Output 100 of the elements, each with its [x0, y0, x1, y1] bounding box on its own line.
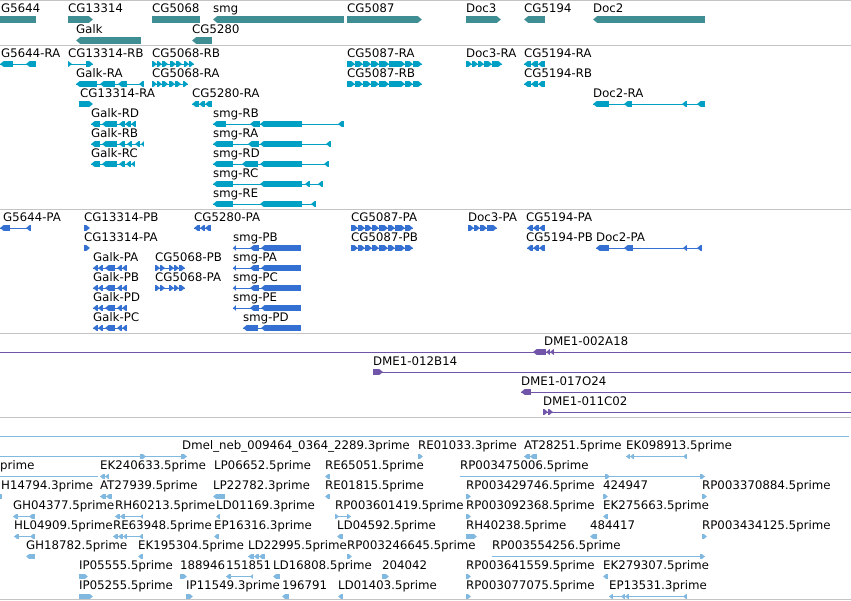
gene-label: Doc3: [466, 1, 496, 15]
transcript-label: CG5194-RB: [524, 66, 592, 80]
transcript-label: CG13314-RB: [68, 46, 144, 60]
protein-label: CG5068-PA: [155, 270, 222, 284]
transcript-label: Galk-RC: [91, 146, 138, 160]
transcript-label: Galk-RD: [91, 106, 140, 120]
protein-label: CG5087-PA: [351, 210, 418, 224]
est-label: RH60213.5prime: [115, 498, 216, 512]
est-label: RP003475006.5prime: [460, 458, 588, 472]
transcript-label: Galk-RB: [91, 126, 138, 140]
protein-label: Galk-PB: [93, 270, 139, 284]
protein-label: CG13314-PA: [84, 230, 158, 244]
est-label: Dmel_neb_009464_0364_2289.3prime: [182, 438, 410, 452]
gene-label: CG13314: [68, 1, 123, 15]
est-label: EK195304.5prime: [138, 538, 244, 552]
clone-label: DME1-011C02: [543, 394, 628, 408]
est-label: 204042: [382, 558, 428, 572]
est-label: AT27939.5prime: [100, 478, 198, 492]
protein-label: Doc3-PA: [468, 210, 517, 224]
est-label: H14794.3prime: [1, 478, 94, 492]
clone-label: DME1-012B14: [373, 354, 458, 368]
est-label: LD04592.5prime: [337, 518, 436, 532]
est-label: HL04909.5prime: [14, 518, 113, 532]
est-label: 188946: [180, 558, 226, 572]
protein-label: smg-PA: [233, 250, 277, 264]
clone-label: DME1-002A18: [544, 334, 628, 348]
protein-label: Galk-PD: [93, 290, 140, 304]
protein-label: CG5194-PA: [526, 210, 592, 224]
est-label: RP003370884.5prime: [702, 478, 830, 492]
est-label: LD16808.5prime: [273, 558, 372, 572]
transcript-label: smg-RC: [213, 166, 258, 180]
protein-label: CG5194-PB: [526, 230, 593, 244]
est-label: 484417: [590, 518, 636, 532]
protein-label: smg-PC: [233, 270, 278, 284]
transcript-label: CG5068-RB: [152, 46, 220, 60]
est-label: LD01169.3prime: [216, 498, 315, 512]
est-label: 196791: [282, 578, 328, 592]
est-label: RE63948.5prime: [113, 518, 212, 532]
est-label: RE01033.3prime: [418, 438, 517, 452]
est-label: RP003092368.5prime: [466, 498, 594, 512]
est-label: LP22782.3prime: [213, 478, 310, 492]
est-label: RE01815.5prime: [325, 478, 424, 492]
est-label: EP13531.3prime: [609, 578, 707, 592]
est-label: IP05555.5prime: [79, 558, 173, 572]
protein-label: smg-PD: [243, 310, 289, 324]
transcript-label: CG5194-RA: [524, 46, 592, 60]
gene-label: Doc2: [593, 1, 624, 15]
est-label: LD22995.5prime: [248, 538, 347, 552]
est-label: prime: [0, 458, 34, 472]
transcript-label: Doc2-RA: [593, 86, 644, 100]
est-label: RH40238.5prime: [466, 518, 566, 532]
gene-label: CG5087: [347, 1, 394, 15]
est-label: RP003601419.5prime: [335, 498, 464, 512]
transcript-label: Galk-RA: [76, 66, 123, 80]
protein-label: CG5087-PB: [351, 230, 418, 244]
transcript-label: CG5087-RA: [347, 46, 414, 60]
est-label: LD01403.5prime: [338, 578, 437, 592]
est-label: 424947: [603, 478, 648, 492]
transcript-label: CG5068-RA: [152, 66, 220, 80]
gene-label: CG5068: [152, 1, 200, 15]
est-label: 151851: [226, 558, 272, 572]
transcript-label: Doc3-RA: [466, 46, 516, 60]
protein-label: smg-PB: [233, 230, 278, 244]
gene-label: smg: [213, 1, 238, 15]
gene-label: CG5194: [524, 1, 572, 15]
transcript-label: G5644-RA: [1, 46, 60, 60]
transcript-label: CG5280-RA: [192, 86, 260, 100]
est-label: RP003077075.5prime: [466, 578, 594, 592]
transcript-label: smg-RB: [213, 106, 259, 120]
est-label: IP11549.3prime: [186, 578, 280, 592]
transcript-label: smg-RA: [213, 126, 258, 140]
est-label: GH18782.5prime: [26, 538, 128, 552]
est-label: EP16316.3prime: [214, 518, 312, 532]
protein-label: G5644-PA: [3, 210, 61, 224]
est-label: EK275663.5prime: [603, 498, 709, 512]
gene-label: G5644: [1, 1, 40, 15]
est-label: GH04377.5prime: [13, 498, 114, 512]
est-label: RE65051.5prime: [325, 458, 424, 472]
est-label: EK279307.5prime: [603, 558, 709, 572]
protein-label: CG13314-PB: [84, 210, 158, 224]
transcript-label: CG13314-RA: [80, 86, 155, 100]
protein-label: smg-PE: [233, 290, 277, 304]
est-label: RP003246645.5prime: [347, 538, 476, 552]
est-label: RP003641559.5prime: [466, 558, 594, 572]
protein-label: CG5280-PA: [194, 210, 260, 224]
est-label: RP003434125.5prime: [702, 518, 830, 532]
transcript-label: smg-RE: [213, 186, 258, 200]
protein-label: Doc2-PA: [596, 230, 645, 244]
protein-label: Galk-PC: [93, 310, 140, 324]
protein-label: Galk-PA: [93, 250, 138, 264]
est-label: AT28251.5prime: [524, 438, 622, 452]
est-label: IP05255.5prime: [79, 578, 173, 592]
transcript-label: CG5087-RB: [347, 66, 415, 80]
gene-label: CG5280: [192, 22, 240, 36]
est-label: RP003554256.5prime: [492, 538, 620, 552]
gene-label: Galk: [76, 22, 102, 36]
est-label: EK098913.5prime: [626, 438, 732, 452]
transcript-label: smg-RD: [213, 146, 260, 160]
protein-label: CG5068-PB: [155, 250, 222, 264]
est-label: EK240633.5prime: [100, 458, 206, 472]
